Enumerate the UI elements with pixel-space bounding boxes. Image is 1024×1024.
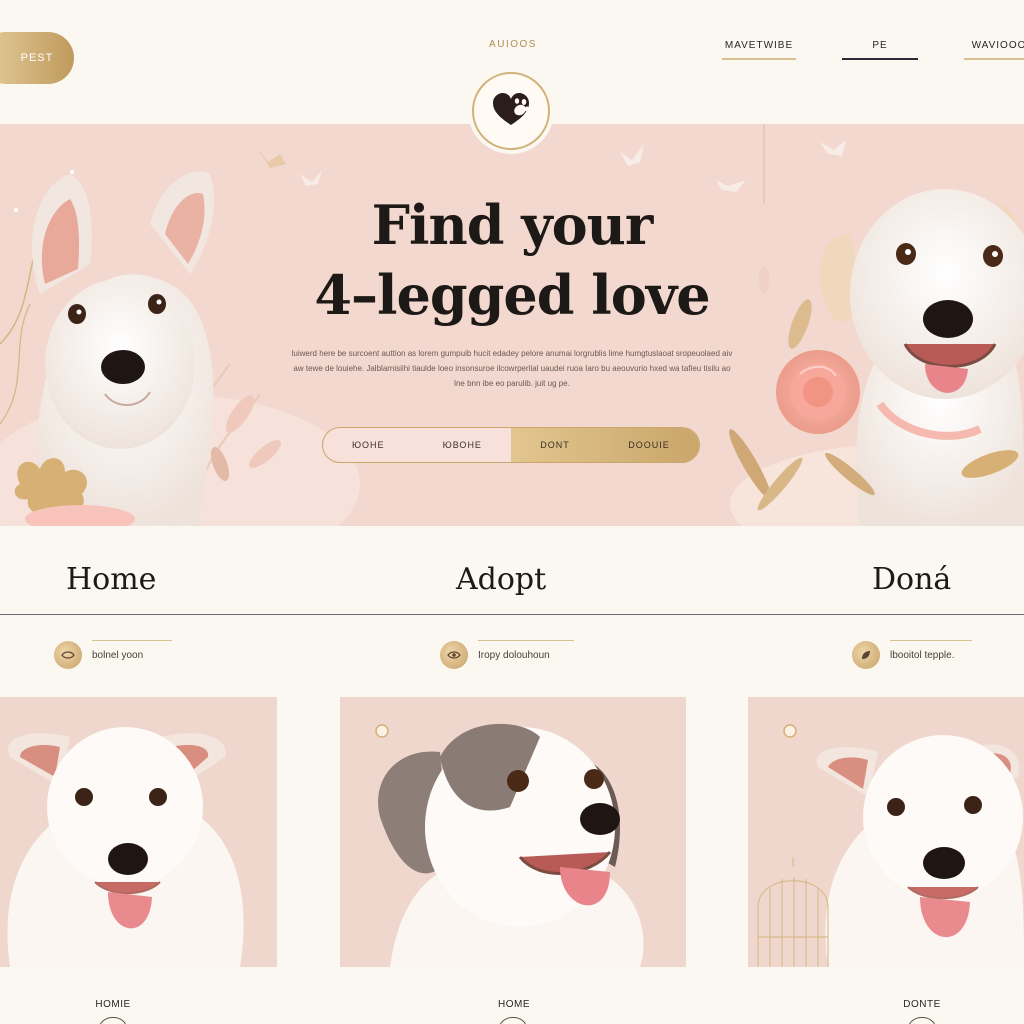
donate-icon xyxy=(907,1017,937,1024)
hero-description: luiwerd here be surcoent auttion as lore… xyxy=(291,349,733,388)
donate-cta-label-b: DOOUIE xyxy=(628,440,670,450)
meta-adopt-text: Iropy dolouhoun xyxy=(478,649,550,661)
white-puppy-image xyxy=(7,727,244,967)
pet-card-3[interactable] xyxy=(748,697,1024,967)
home-cta-label-b: ЮВОНЕ xyxy=(442,440,482,450)
paw-badge-icon xyxy=(54,641,82,669)
brand-label: PEST xyxy=(20,52,54,64)
top-label: AUIOOS xyxy=(489,39,537,50)
meta-rule xyxy=(92,640,172,641)
meta-donate: lbooitol tepple. xyxy=(852,640,972,670)
meta-adopt: Iropy dolouhoun xyxy=(440,640,574,670)
nav-link-3[interactable]: WAVIOOO xyxy=(964,40,1024,60)
card-label-2[interactable]: HOME xyxy=(454,999,574,1010)
nav-link-1[interactable]: MAVETWIBE xyxy=(722,40,796,60)
hero-title: Find your 4–legged love xyxy=(250,190,774,330)
donate-cta-button[interactable]: DONT DOOUIE xyxy=(511,428,699,462)
hero-banner: Find your 4–legged love luiwerd here be … xyxy=(0,124,1024,526)
pet-card-1[interactable] xyxy=(0,697,277,967)
meta-home-text: bolnel yoon xyxy=(92,649,144,661)
brand-button[interactable]: PEST xyxy=(0,32,74,84)
home-icon xyxy=(98,1017,128,1024)
card-label-3[interactable]: DONTE xyxy=(862,999,982,1010)
tab-donate[interactable]: Doná xyxy=(872,562,951,597)
hero-title-line-2: 4–legged love xyxy=(314,263,710,327)
tab-home[interactable]: Home xyxy=(66,562,156,597)
pet-card-2[interactable] xyxy=(340,697,686,967)
cta-button-group: ЮОНЕ ЮВОНЕ DONT DOOUIE xyxy=(322,427,700,463)
adopt-icon xyxy=(498,1017,528,1024)
logo[interactable] xyxy=(472,72,550,150)
leaf-badge-icon xyxy=(852,641,880,669)
white-puppy-image xyxy=(757,724,1024,967)
section-divider xyxy=(0,614,1024,615)
meta-rule xyxy=(478,640,574,641)
meta-rule xyxy=(890,640,972,641)
grey-white-puppy-image xyxy=(375,723,644,967)
meta-donate-text: lbooitol tepple. xyxy=(890,649,955,661)
card-label-1[interactable]: HOMIE xyxy=(53,999,173,1010)
home-cta-button[interactable]: ЮОНЕ ЮВОНЕ xyxy=(323,428,511,462)
home-cta-label-a: ЮОНЕ xyxy=(352,440,385,450)
tab-adopt[interactable]: Adopt xyxy=(456,562,546,597)
section-tabs: Home Adopt Doná xyxy=(0,560,1024,614)
nav-link-2[interactable]: PE xyxy=(842,40,918,60)
hero-title-line-1: Find your xyxy=(371,193,654,257)
donate-cta-label-a: DONT xyxy=(540,440,570,450)
meta-home: bolnel yoon xyxy=(54,640,172,670)
eye-badge-icon xyxy=(440,641,468,669)
heart-paw-icon xyxy=(493,93,529,125)
